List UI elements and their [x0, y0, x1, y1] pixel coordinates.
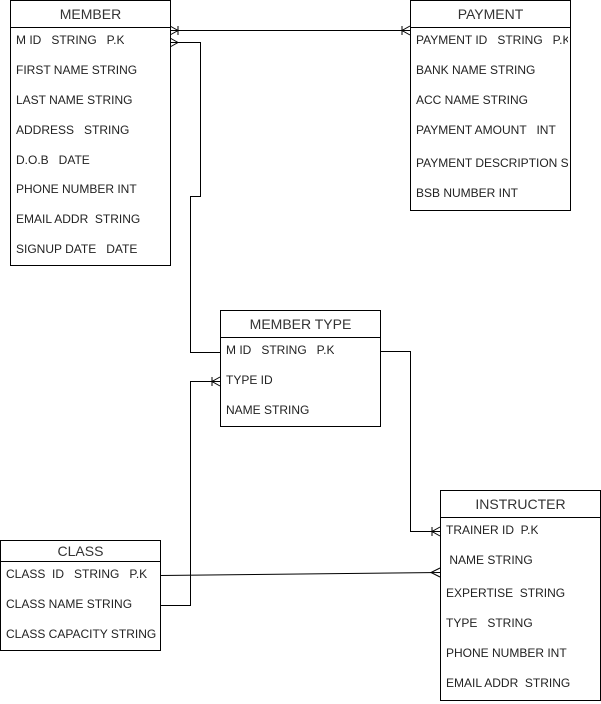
field: NAME STRING	[446, 553, 533, 567]
entity-member[interactable]: MEMBER M ID STRING P.K FIRST NAME STRING…	[10, 0, 171, 266]
entity-title: PAYMENT	[411, 1, 570, 28]
field: SIGNUP DATE DATE	[16, 242, 138, 256]
field: M ID STRING P.K	[16, 33, 125, 47]
entity-class[interactable]: CLASS CLASS ID STRING P.K CLASS NAME STR…	[0, 540, 161, 651]
field: EMAIL ADDR STRING	[446, 676, 571, 690]
field: PAYMENT ID STRING P.K	[416, 33, 568, 47]
entity-member-type[interactable]: MEMBER TYPE M ID STRING P.K TYPE ID NAME…	[220, 310, 381, 427]
field: BANK NAME STRING	[416, 63, 536, 77]
field: ADDRESS STRING	[16, 123, 130, 137]
rel-membertype-instructer	[380, 351, 441, 537]
field: PHONE NUMBER INT	[446, 646, 567, 660]
field: CLASS ID STRING P.K	[6, 567, 148, 581]
entity-title: INSTRUCTER	[441, 491, 600, 518]
field: EXPERTISE STRING	[446, 586, 566, 600]
entity-title: MEMBER	[11, 1, 170, 28]
rel-class-instructer	[160, 567, 441, 578]
field: NAME STRING	[226, 403, 310, 417]
field: EMAIL ADDR STRING	[16, 212, 141, 226]
field: CLASS CAPACITY STRING	[6, 627, 157, 641]
rel-member-payment	[169, 25, 411, 36]
field: PAYMENT AMOUNT INT	[416, 123, 556, 137]
field: TYPE STRING	[446, 616, 533, 630]
field: CLASS NAME STRING	[6, 597, 133, 611]
entity-title: MEMBER TYPE	[221, 311, 380, 338]
field: ACC NAME STRING	[416, 93, 529, 107]
field: M ID STRING P.K	[226, 343, 335, 357]
entity-instructer[interactable]: INSTRUCTER TRAINER ID P.K NAME STRING EX…	[440, 490, 601, 701]
field: D.O.B DATE	[16, 153, 90, 167]
field: PAYMENT DESCRIPTION STRING	[416, 156, 568, 170]
rel-class-membertype	[160, 376, 221, 606]
rel-member-membertype	[169, 37, 221, 353]
entity-title: CLASS	[1, 541, 160, 562]
field: TRAINER ID P.K	[446, 523, 539, 537]
field: TYPE ID	[226, 373, 273, 387]
field: FIRST NAME STRING	[16, 63, 138, 77]
entity-payment[interactable]: PAYMENT PAYMENT ID STRING P.K BANK NAME …	[410, 0, 571, 211]
field: BSB NUMBER INT	[416, 186, 519, 200]
field: LAST NAME STRING	[16, 93, 133, 107]
field: PHONE NUMBER INT	[16, 182, 137, 196]
